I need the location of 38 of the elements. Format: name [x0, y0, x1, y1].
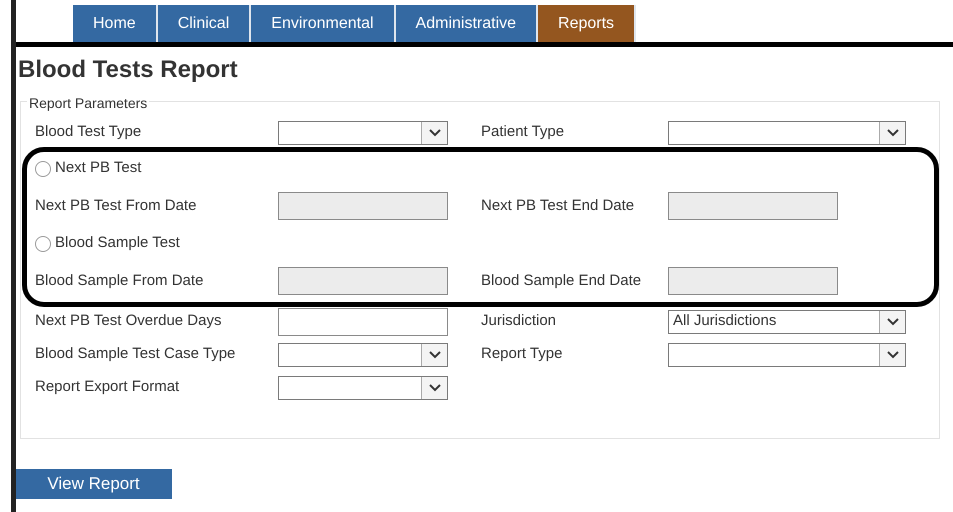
- chevron-down-icon: [879, 344, 905, 366]
- radio-label: Next PB Test: [55, 158, 142, 178]
- field-label: Next PB Test Overdue Days: [35, 311, 222, 332]
- field-label: Report Type: [481, 344, 564, 364]
- dropdown[interactable]: [278, 120, 448, 144]
- dropdown[interactable]: [668, 342, 906, 366]
- chevron-down-icon: [879, 310, 905, 332]
- chevron-down-icon: [421, 344, 447, 366]
- field-label: Next PB Test From Date: [35, 196, 198, 216]
- radio-label: Blood Sample Test: [55, 233, 180, 254]
- chevron-down-icon: [421, 122, 447, 144]
- field-label: Blood Sample Test Case Type: [35, 344, 236, 364]
- nav-tab[interactable]: Reports: [538, 5, 636, 42]
- field-label: Report Export Format: [35, 377, 180, 398]
- dropdown[interactable]: [278, 342, 448, 366]
- radio-button[interactable]: [35, 236, 51, 252]
- nav-tab[interactable]: Clinical: [158, 5, 252, 42]
- nav-tab[interactable]: Home: [73, 5, 158, 42]
- field-label: Patient Type: [481, 122, 566, 142]
- chevron-down-icon: [421, 376, 447, 398]
- chevron-down-icon: [879, 122, 905, 144]
- radio-option[interactable]: Next PB Test: [35, 152, 481, 184]
- radio-button[interactable]: [35, 160, 51, 176]
- input-field[interactable]: [278, 308, 448, 336]
- dropdown-value: All Jurisdictions: [672, 311, 778, 332]
- dropdown[interactable]: All Jurisdictions: [668, 310, 906, 334]
- radio-option[interactable]: Blood Sample Test: [35, 228, 481, 260]
- dropdown[interactable]: [278, 376, 448, 400]
- view-report-button[interactable]: View Report: [15, 469, 172, 499]
- field-label: Jurisdiction: [481, 311, 558, 332]
- field-label: Blood Sample End Date: [481, 270, 642, 291]
- field-label: Blood Sample From Date: [35, 270, 204, 291]
- nav-tab[interactable]: Administrative: [396, 5, 538, 42]
- nav-tab[interactable]: Environmental: [251, 5, 396, 42]
- page-title: Blood Tests Report: [18, 55, 239, 85]
- field-label: Blood Test Type: [35, 122, 142, 142]
- field-label: Next PB Test End Date: [481, 196, 636, 216]
- dropdown[interactable]: [668, 120, 906, 144]
